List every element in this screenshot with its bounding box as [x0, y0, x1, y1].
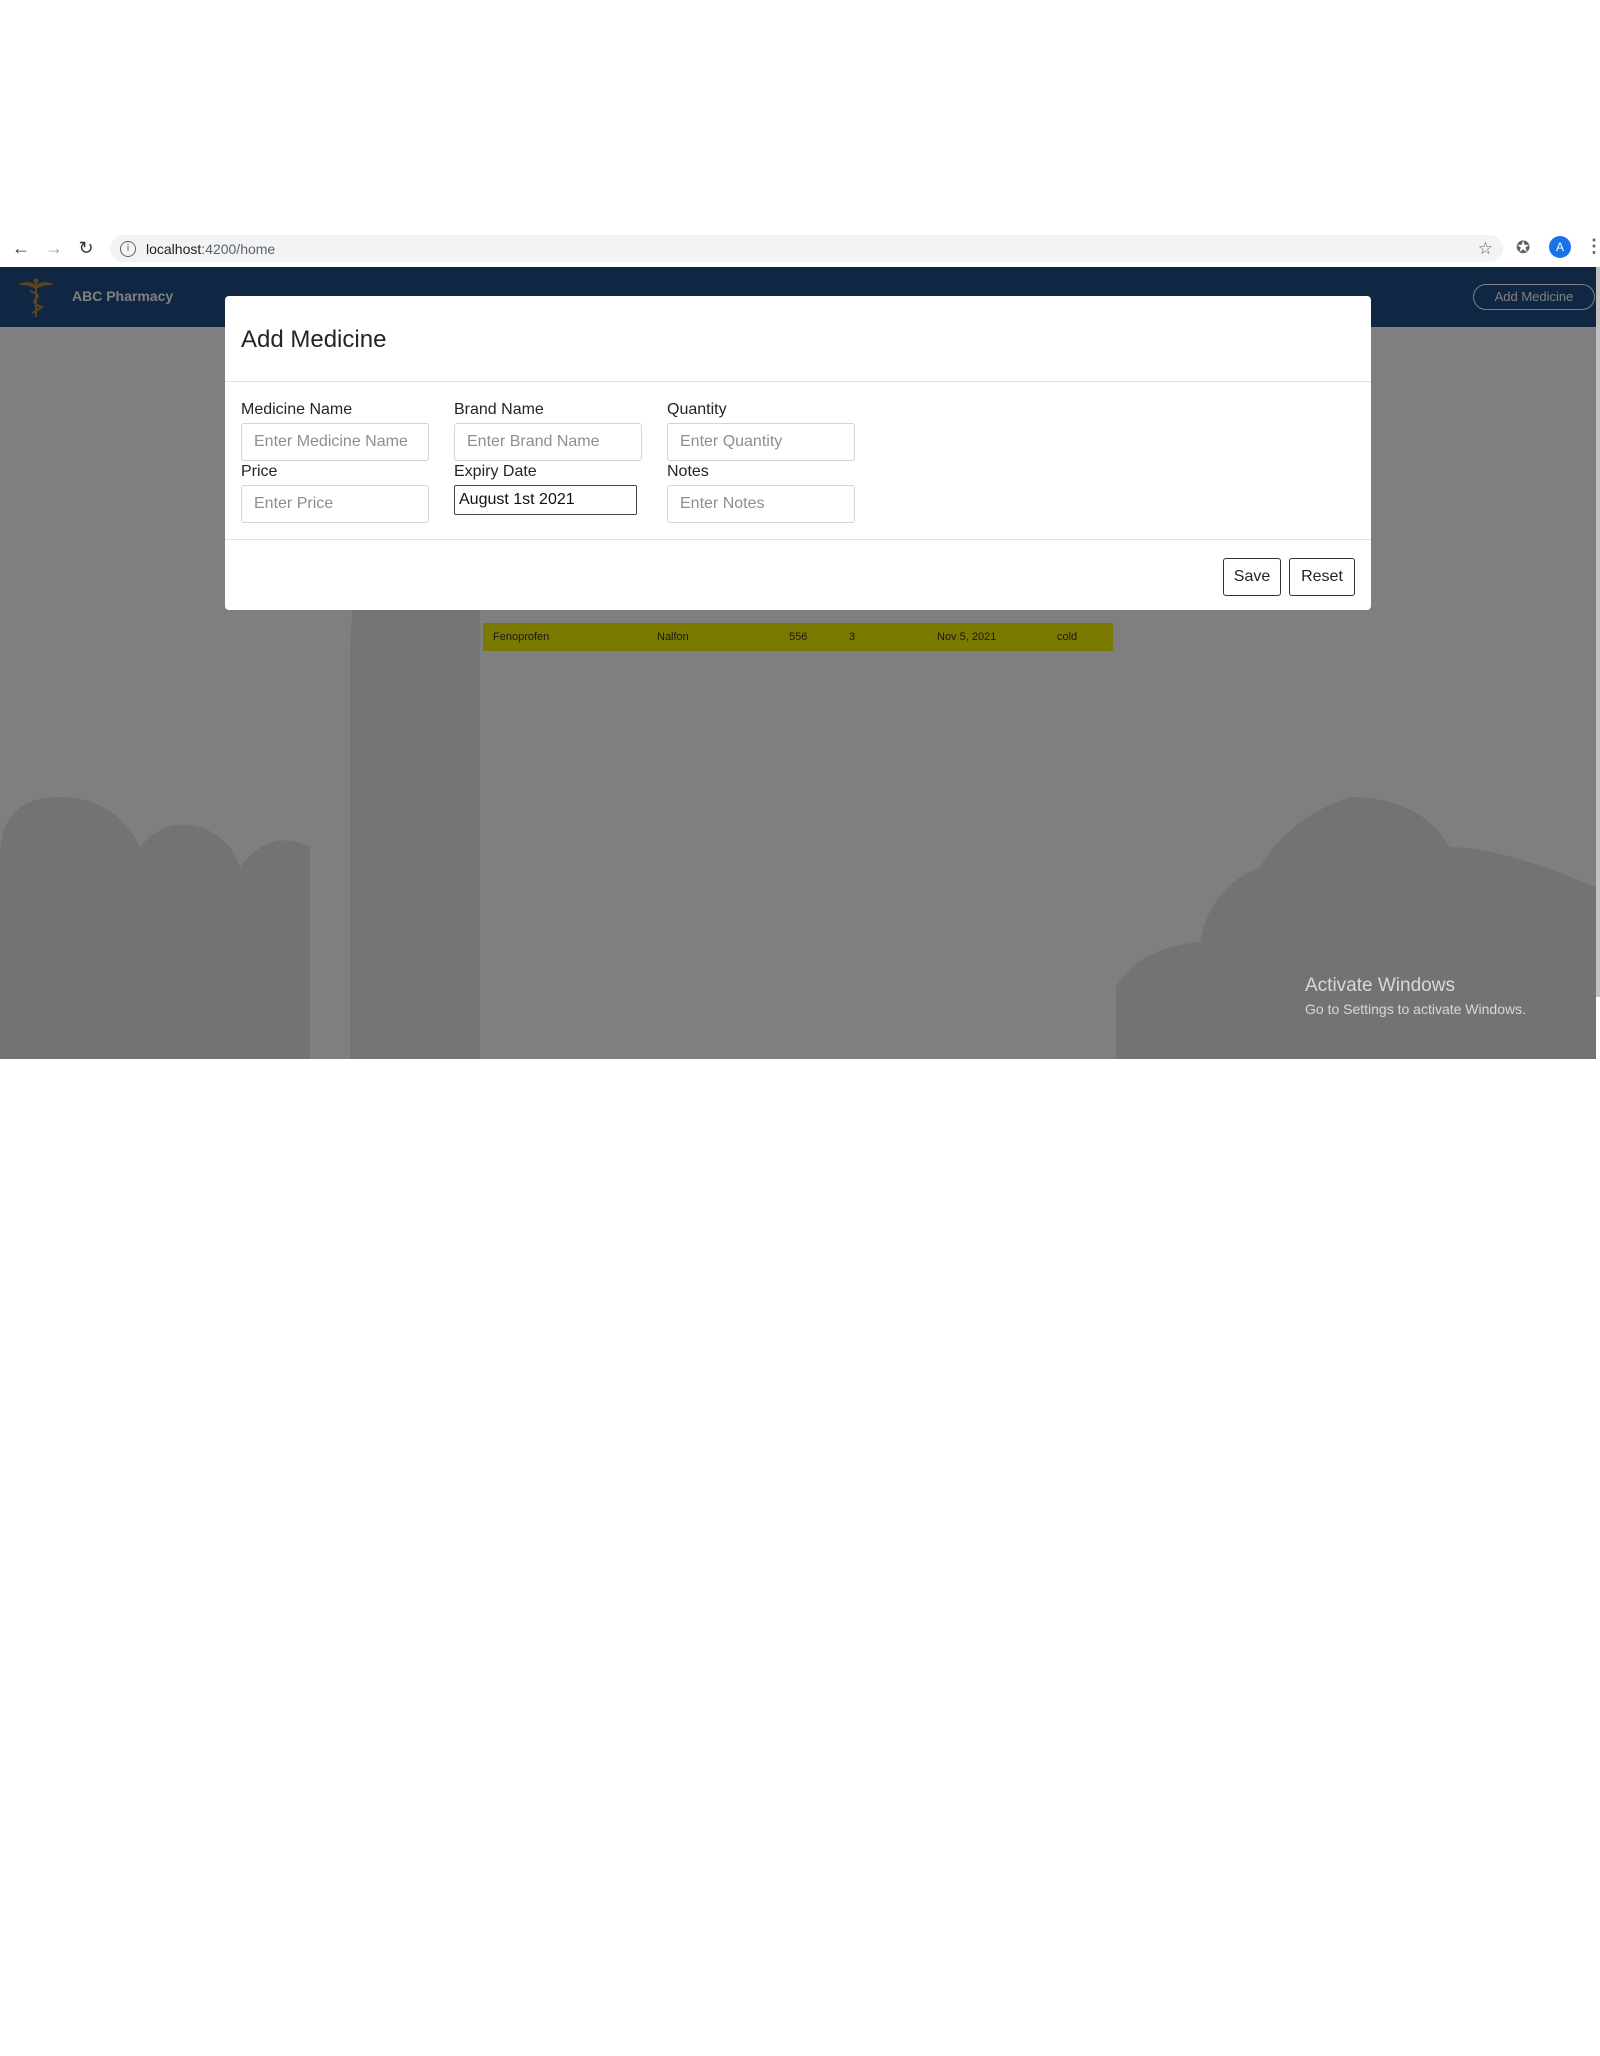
expiry-date-group: Expiry Date August 1st 2021	[454, 463, 637, 515]
add-medicine-modal: Add Medicine Medicine Name Enter Medicin…	[225, 296, 1371, 610]
back-icon[interactable]: ←	[6, 233, 36, 263]
medicine-name-group: Medicine Name Enter Medicine Name	[241, 401, 429, 461]
medicine-name-label: Medicine Name	[241, 401, 353, 418]
watermark-title: Activate Windows	[1305, 975, 1455, 996]
notes-input[interactable]: Enter Notes	[667, 485, 855, 523]
notes-group: Notes Enter Notes	[667, 463, 855, 523]
quantity-group: Quantity Enter Quantity	[667, 401, 855, 461]
star-icon[interactable]: ☆	[1478, 239, 1493, 259]
price-input[interactable]: Enter Price	[241, 485, 429, 523]
forward-icon[interactable]: →	[39, 233, 69, 263]
brand-name-input[interactable]: Enter Brand Name	[454, 423, 642, 461]
price-label: Price	[241, 463, 278, 480]
modal-title: Add Medicine	[241, 326, 387, 353]
expiry-date-input[interactable]: August 1st 2021	[454, 485, 637, 515]
avatar[interactable]: A	[1549, 236, 1571, 258]
notes-label: Notes	[667, 463, 709, 480]
quantity-input[interactable]: Enter Quantity	[667, 423, 855, 461]
save-button[interactable]: Save	[1223, 558, 1281, 596]
reset-button[interactable]: Reset	[1289, 558, 1355, 596]
expiry-date-label: Expiry Date	[454, 463, 537, 480]
extensions-icon[interactable]: ✪	[1516, 238, 1530, 258]
quantity-label: Quantity	[667, 401, 727, 418]
address-bar[interactable]: i localhost:4200/home ☆	[110, 235, 1503, 262]
browser-toolbar: ← → ↻ i localhost:4200/home ☆	[0, 231, 1600, 266]
info-icon[interactable]: i	[120, 240, 136, 257]
reload-icon[interactable]: ↻	[71, 233, 101, 263]
price-group: Price Enter Price	[241, 463, 429, 523]
brand-name-group: Brand Name Enter Brand Name	[454, 401, 642, 461]
medicine-name-input[interactable]: Enter Medicine Name	[241, 423, 429, 461]
windows-watermark: Activate Windows Go to Settings to activ…	[1305, 975, 1526, 1017]
url-text[interactable]: localhost:4200/home	[146, 241, 275, 257]
divider	[225, 539, 1371, 540]
scrollbar[interactable]	[1596, 267, 1600, 997]
brand-name-label: Brand Name	[454, 401, 544, 418]
watermark-subtitle: Go to Settings to activate Windows.	[1305, 1001, 1526, 1017]
menu-icon[interactable]: ⋮	[1585, 236, 1600, 257]
divider	[225, 381, 1371, 382]
